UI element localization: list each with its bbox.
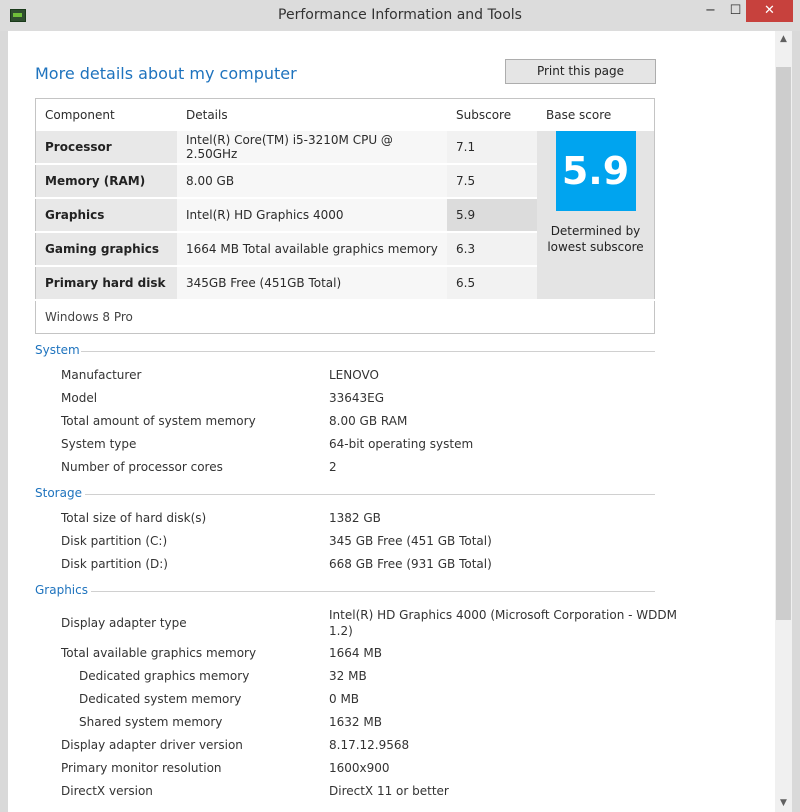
scroll-up-icon[interactable]: ▲: [775, 31, 792, 48]
info-label: Model: [61, 391, 98, 405]
os-edition: Windows 8 Pro: [35, 299, 655, 334]
component-subscore: 7.5: [447, 164, 537, 199]
info-value: 1382 GB: [329, 511, 381, 525]
minimize-button[interactable]: −: [697, 0, 724, 22]
info-label: Total amount of system memory: [61, 414, 256, 428]
info-value: 0 MB: [329, 692, 360, 706]
caption-line-2: lowest subscore: [547, 240, 644, 254]
header-subscore: Subscore: [456, 108, 512, 122]
component-name: Processor: [35, 131, 177, 165]
info-label: DirectX version: [61, 784, 153, 798]
component-details: Intel(R) HD Graphics 4000: [177, 198, 447, 233]
component-subscore: 5.9: [447, 198, 537, 233]
component-details: 345GB Free (451GB Total): [177, 266, 447, 301]
scrollbar-thumb[interactable]: [776, 67, 791, 620]
component-subscore: 6.5: [447, 266, 537, 301]
base-score-badge: 5.9: [555, 131, 636, 211]
print-button[interactable]: Print this page: [505, 59, 656, 84]
info-value: 33643EG: [329, 391, 385, 405]
info-value: 64-bit operating system: [329, 437, 474, 451]
scroll-down-icon[interactable]: ▼: [775, 795, 792, 812]
component-subscore: 6.3: [447, 232, 537, 267]
component-details: 8.00 GB: [177, 164, 447, 199]
info-value-continued: 1.2): [329, 624, 353, 638]
title-bar: Performance Information and Tools − ☐ ✕: [0, 0, 800, 31]
info-value: 8.00 GB RAM: [329, 414, 408, 428]
info-label: Display adapter type: [61, 616, 187, 630]
info-value: 668 GB Free (931 GB Total): [329, 557, 492, 571]
section-divider: [85, 494, 655, 495]
section-divider: [81, 351, 655, 352]
info-label: Number of processor cores: [61, 460, 223, 474]
info-value: 32 MB: [329, 669, 367, 683]
header-base-score: Base score: [546, 108, 612, 122]
info-label: Primary monitor resolution: [61, 761, 222, 775]
info-label: Disk partition (D:): [61, 557, 168, 571]
component-name: Graphics: [35, 198, 177, 233]
page-title: More details about my computer: [35, 64, 297, 83]
info-label: Total size of hard disk(s): [61, 511, 207, 525]
info-value: 1600x900: [329, 761, 390, 775]
section-title: Graphics: [35, 583, 88, 597]
info-label: Disk partition (C:): [61, 534, 168, 548]
base-score-cell: 5.9 Determined by lowest subscore: [537, 131, 655, 301]
section-title: Storage: [35, 486, 82, 500]
component-subscore: 7.1: [447, 131, 537, 165]
info-label: Display adapter driver version: [61, 738, 243, 752]
component-name: Memory (RAM): [35, 164, 177, 199]
info-value: 2: [329, 460, 337, 474]
info-value: Intel(R) HD Graphics 4000 (Microsoft Cor…: [329, 608, 677, 622]
content-area: More details about my computer Print thi…: [8, 31, 792, 812]
table-header: Component Details Subscore Base score: [36, 99, 655, 132]
component-details: Intel(R) Core(TM) i5-3210M CPU @ 2.50GHz: [177, 131, 447, 165]
info-value: 1664 MB: [329, 646, 382, 660]
os-row: Windows 8 Pro: [35, 299, 655, 334]
info-label: Total available graphics memory: [61, 646, 257, 660]
section-storage: Storage: [35, 486, 655, 500]
close-button[interactable]: ✕: [746, 0, 793, 22]
info-value: 1632 MB: [329, 715, 382, 729]
window-title: Performance Information and Tools: [278, 7, 522, 23]
info-label: Shared system memory: [79, 715, 223, 729]
base-score-caption: Determined by lowest subscore: [546, 223, 645, 255]
header-details: Details: [186, 108, 228, 122]
section-title: System: [35, 343, 80, 357]
info-value: 8.17.12.9568: [329, 738, 410, 752]
header-component: Component: [45, 108, 115, 122]
component-details: 1664 MB Total available graphics memory: [177, 232, 447, 267]
section-graphics: Graphics: [35, 583, 655, 597]
caption-line-1: Determined by: [550, 224, 641, 238]
maximize-button[interactable]: ☐: [722, 0, 749, 22]
info-label: Manufacturer: [61, 368, 142, 382]
section-system: System: [35, 343, 655, 357]
info-value: 345 GB Free (451 GB Total): [329, 534, 492, 548]
info-value: DirectX 11 or better: [329, 784, 449, 798]
info-label: System type: [61, 437, 137, 451]
info-value: LENOVO: [329, 368, 379, 382]
component-name: Primary hard disk: [35, 266, 177, 301]
info-label: Dedicated system memory: [79, 692, 242, 706]
info-label: Dedicated graphics memory: [79, 669, 250, 683]
table-row: Processor Intel(R) Core(TM) i5-3210M CPU…: [35, 131, 655, 301]
section-divider: [91, 591, 655, 592]
vertical-scrollbar[interactable]: ▲ ▼: [775, 31, 792, 812]
component-name: Gaming graphics: [35, 232, 177, 267]
score-table: Component Details Subscore Base score Pr…: [35, 98, 655, 334]
